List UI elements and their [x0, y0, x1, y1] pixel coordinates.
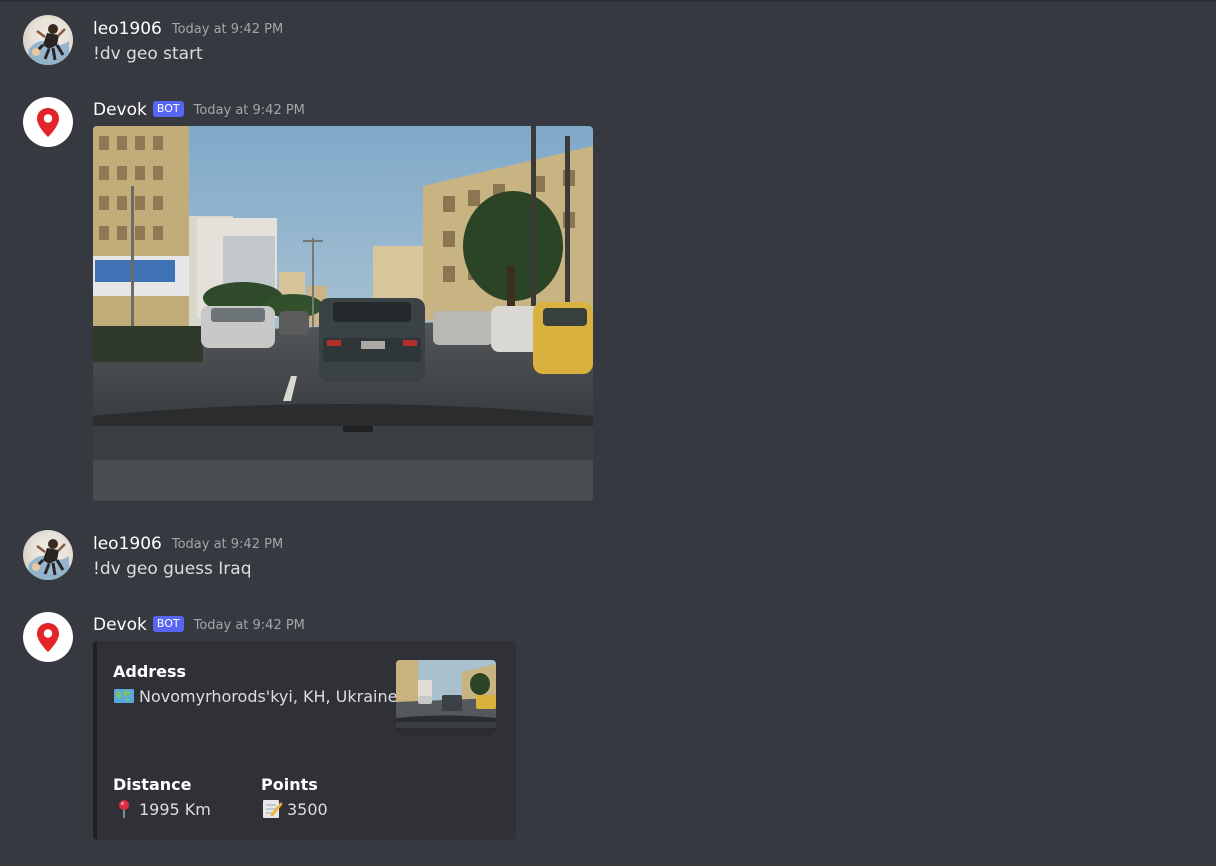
bot-badge: BOT — [152, 616, 184, 632]
address-label: Address — [113, 662, 187, 681]
points-value-row: 3500 — [261, 799, 328, 819]
message-text: !dv geo guess Iraq — [93, 559, 252, 579]
street-view-thumbnail[interactable] — [396, 660, 496, 735]
map-pin-icon[interactable] — [23, 612, 73, 662]
address-value-row: Novomyrhorods'kyi, KH, Ukraine — [113, 686, 397, 706]
message-author[interactable]: Devok — [93, 100, 147, 120]
message-author[interactable]: leo1906 — [93, 534, 162, 554]
user-avatar-icon[interactable] — [23, 15, 73, 65]
message-text: !dv geo start — [93, 44, 203, 64]
round-pushpin-icon — [113, 799, 135, 819]
message-author[interactable]: Devok — [93, 615, 147, 635]
chat-message-list: leo1906 Today at 9:42 PM !dv geo start D… — [0, 0, 1216, 866]
bot-badge: BOT — [152, 101, 184, 117]
address-value: Novomyrhorods'kyi, KH, Ukraine — [139, 686, 398, 706]
map-pin-icon[interactable] — [23, 97, 73, 147]
distance-value: 1995 Km — [139, 799, 211, 819]
user-avatar-icon[interactable] — [23, 530, 73, 580]
result-embed: Address Novomyrhorods'kyi, KH, Ukraine D… — [93, 641, 516, 840]
memo-icon — [261, 799, 283, 819]
points-label: Points — [261, 775, 318, 794]
street-view-photo[interactable] — [93, 126, 593, 501]
distance-value-row: 1995 Km — [113, 799, 211, 819]
message-timestamp[interactable]: Today at 9:42 PM — [194, 103, 305, 118]
message-timestamp[interactable]: Today at 9:42 PM — [172, 22, 283, 37]
world-map-icon — [113, 686, 135, 706]
distance-label: Distance — [113, 775, 192, 794]
message-timestamp[interactable]: Today at 9:42 PM — [172, 537, 283, 552]
message-timestamp[interactable]: Today at 9:42 PM — [194, 618, 305, 633]
message-author[interactable]: leo1906 — [93, 19, 162, 39]
points-value: 3500 — [287, 799, 328, 819]
